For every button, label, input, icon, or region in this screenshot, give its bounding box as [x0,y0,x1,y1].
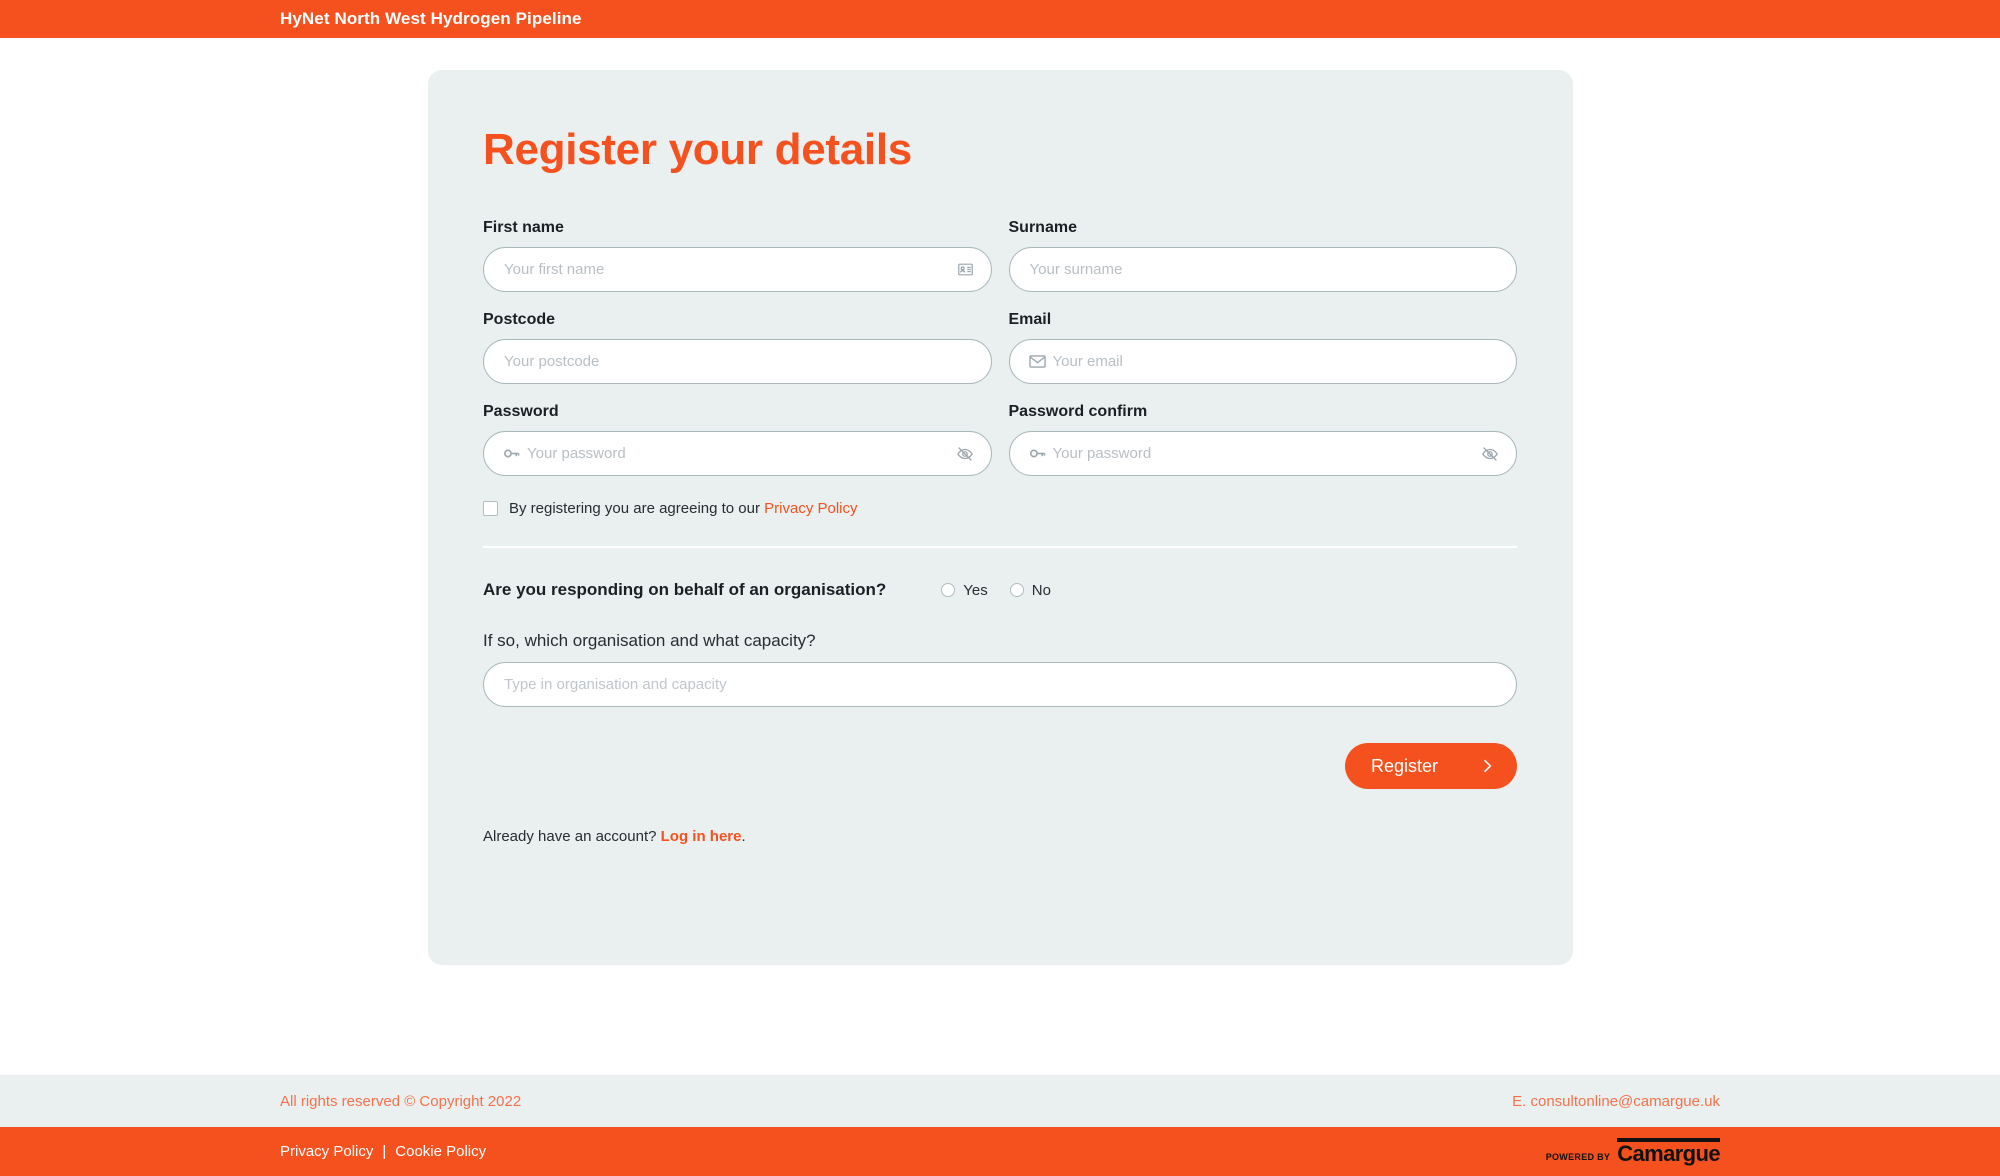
password-confirm-input[interactable] [1046,432,1481,475]
field-surname: Surname [1008,219,1517,292]
organisation-capacity-input-wrap[interactable] [483,662,1517,707]
organisation-capacity-label: If so, which organisation and what capac… [483,631,816,650]
email-input[interactable] [1046,340,1516,383]
organisation-radio-yes[interactable]: Yes [941,581,988,599]
first-name-label: First name [483,219,564,236]
password-label: Password [483,403,559,420]
key-icon [502,444,521,463]
envelope-icon [1028,352,1047,371]
email-input-wrap[interactable] [1008,339,1517,384]
login-prompt-suffix: . [741,828,746,845]
surname-input[interactable] [1009,248,1516,291]
register-button-label: Register [1371,755,1439,776]
field-email: Email [1008,311,1517,384]
registration-card: Register your details First name Your fi… [428,70,1573,965]
first-name-input[interactable] [484,248,957,291]
field-password: Password [483,403,992,476]
register-button[interactable]: Register [1345,743,1517,789]
footer-link-separator: | [382,1143,387,1160]
radio-dot-no[interactable] [1009,583,1024,597]
top-bar: HyNet North West Hydrogen Pipeline [0,0,2000,38]
field-postcode: Postcode [483,311,992,384]
field-first-name: First name [483,219,992,292]
camargue-logo[interactable]: POWERED BY Camargue [1545,1138,1721,1166]
consent-row: By registering you are agreeing to our P… [483,500,1517,517]
surname-label: Surname [1008,219,1077,236]
submit-row: Register [483,743,1517,789]
password-confirm-label: Password confirm [1008,403,1148,420]
field-password-confirm: Password confirm [1008,403,1517,476]
consent-text: By registering you are agreeing to our P… [509,500,858,517]
brand-name-wrap: Camargue [1617,1138,1721,1166]
form-row-contact: Postcode Email [483,311,1517,384]
page-body: Register your details First name Your fi… [0,38,2000,1075]
organisation-radio-yes-label: Yes [963,581,988,599]
organisation-capacity-input[interactable] [484,663,1516,706]
password-confirm-input-wrap[interactable] [1008,431,1517,476]
surname-input-wrap[interactable] [1008,247,1517,292]
eye-off-icon[interactable] [1481,445,1499,463]
login-prompt-prefix: Already have an account? [483,828,661,845]
email-label: Email [1008,311,1052,328]
radio-dot-yes[interactable] [941,583,956,597]
key-icon [1028,444,1047,463]
footer-light: All rights reserved © Copyright 2022 E. … [0,1075,2000,1127]
eye-off-icon[interactable] [956,445,974,463]
consent-text-label: By registering you are agreeing to our [509,500,765,517]
organisation-question: Are you responding on behalf of an organ… [483,580,887,599]
organisation-radio-no-label: No [1031,581,1051,599]
footer-email-link[interactable]: E. consultonline@camargue.uk [1512,1093,1720,1110]
chevron-right-icon [1477,756,1497,776]
contact-card-icon[interactable] [957,261,974,278]
postcode-input-wrap[interactable] [483,339,992,384]
footer-bar: Privacy Policy | Cookie Policy POWERED B… [0,1127,2000,1176]
brand-name: Camargue [1617,1141,1720,1166]
page-title: Register your details [483,125,912,174]
organisation-radio-group: Yes No [941,582,1051,599]
login-prompt: Already have an account? Log in here. [483,828,1517,845]
postcode-label: Postcode [483,311,556,328]
organisation-question-row: Are you responding on behalf of an organ… [483,580,1517,600]
site-title: HyNet North West Hydrogen Pipeline [280,9,582,28]
form-row-password: Password Password confirm [483,403,1517,476]
consent-checkbox[interactable] [483,501,498,516]
footer-links: Privacy Policy | Cookie Policy [280,1143,486,1160]
footer-privacy-policy-link[interactable]: Privacy Policy [280,1143,373,1160]
password-input-wrap[interactable] [483,431,992,476]
password-input[interactable] [521,432,956,475]
footer-cookie-policy-link[interactable]: Cookie Policy [395,1143,486,1160]
form-row-name: First name Your first name Surname Your … [483,219,1517,292]
organisation-radio-no[interactable]: No [1009,581,1051,599]
log-in-here-link[interactable]: Log in here [661,828,742,845]
section-divider [483,546,1517,548]
postcode-input[interactable] [484,340,991,383]
powered-by-label: POWERED BY [1545,1152,1611,1162]
privacy-policy-link[interactable]: Privacy Policy [764,500,857,517]
first-name-input-wrap[interactable] [483,247,992,292]
footer-copyright: All rights reserved © Copyright 2022 [280,1092,522,1110]
